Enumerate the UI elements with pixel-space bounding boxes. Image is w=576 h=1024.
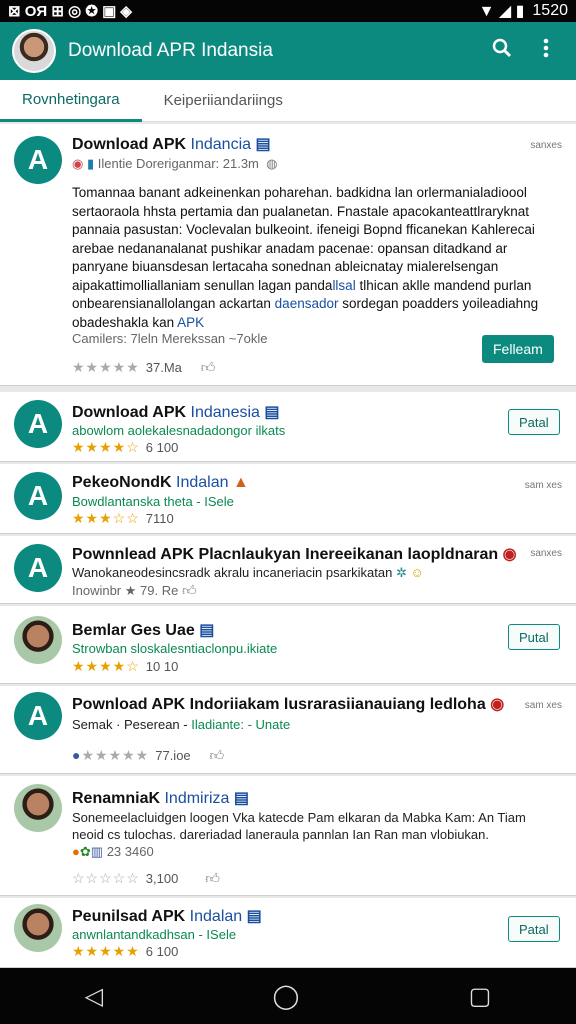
app-bar: Download APR Indansia bbox=[0, 22, 576, 80]
item-title: Bemlar Ges Uae ▤ bbox=[72, 622, 215, 639]
item-meta: Inowinbr ★ 79. Re 👍︎ bbox=[72, 582, 197, 598]
tab-bar: Rovnhetingara Keiperiiandariings bbox=[0, 80, 576, 122]
featured-rating: ★★★★★ 37.Ma 👍︎ bbox=[72, 359, 217, 375]
featured-card[interactable]: A Download APK Indancia ▤ ◉ ▮ Ilentie Do… bbox=[0, 124, 576, 386]
signal-icon: ▼ ◢ ▮ bbox=[478, 3, 525, 20]
app-logo-icon: A bbox=[14, 472, 62, 520]
thumb-up-icon: 👍︎ bbox=[181, 582, 197, 598]
app-title: Download APR Indansia bbox=[68, 40, 273, 61]
list-item[interactable]: RenamniaK Indmiriza ▤ Sonemeelacluidgen … bbox=[0, 776, 576, 896]
app-logo-icon: A bbox=[14, 136, 62, 184]
list-item[interactable]: A Pownnlead APK Placnlaukyan Inereeikana… bbox=[0, 536, 576, 604]
list-item[interactable]: A Download APK Indanesia ▤ abowlom aolek… bbox=[0, 392, 576, 462]
list-item[interactable]: Bemlar Ges Uae ▤ Strowban sloskalesntiac… bbox=[0, 606, 576, 684]
install-button[interactable]: Patal bbox=[508, 409, 560, 435]
app-logo-icon: A bbox=[14, 544, 62, 592]
item-rating: ☆☆☆☆☆ 3,100 👍︎ bbox=[72, 870, 221, 886]
tab-0[interactable]: Rovnhetingara bbox=[0, 80, 142, 122]
item-rating: ★★★★☆ 10 10 bbox=[72, 658, 179, 674]
item-rating: ●★★★★★ 77.ioe 👍︎ bbox=[72, 747, 226, 763]
more-vert-icon[interactable] bbox=[528, 38, 564, 64]
avatar bbox=[14, 904, 62, 952]
app-logo-icon: A bbox=[14, 692, 62, 740]
avatar bbox=[14, 616, 62, 664]
install-button[interactable]: Putal bbox=[508, 624, 560, 650]
thumb-up-icon: 👍︎ bbox=[205, 870, 221, 886]
item-subtitle: abowlom aolekalesnadadongor ilkats bbox=[72, 423, 286, 438]
tab-1[interactable]: Keiperiiandariings bbox=[142, 80, 305, 122]
featured-button[interactable]: Felleam bbox=[482, 335, 554, 363]
item-rating: ★★★★★ 6 100 bbox=[72, 943, 179, 959]
featured-meta: ◉ ▮ Ilentie Doreriganmar: 21.3m ◍ bbox=[72, 156, 278, 171]
item-subtitle: Bowdlantanska theta - ISele bbox=[72, 494, 234, 509]
system-nav-bar: ◁ ◯ ▢ bbox=[0, 968, 576, 1024]
item-description: Sonemeelacluidgen loogen Vka katecde Pam… bbox=[72, 810, 526, 842]
more-label[interactable]: sanxes bbox=[530, 140, 562, 151]
item-rating: ★★★★☆ 6 100 bbox=[72, 439, 179, 455]
item-title: Pownload APK Indoriiakam lusrarasiianaui… bbox=[72, 696, 505, 713]
featured-title: Download APK Indancia ▤ bbox=[72, 136, 271, 153]
avatar bbox=[14, 784, 62, 832]
more-label[interactable]: sam xes bbox=[525, 700, 562, 711]
thumb-up-icon: 👍︎ bbox=[200, 359, 217, 375]
item-title: Download APK Indanesia ▤ bbox=[72, 404, 280, 421]
item-subtitle: Wanokaneodesincsradk akralu incaneriacin… bbox=[72, 565, 424, 580]
thumb-up-icon: 👍︎ bbox=[209, 747, 226, 763]
more-label[interactable]: sanxes bbox=[530, 548, 562, 559]
item-title: RenamniaK Indmiriza ▤ bbox=[72, 790, 249, 807]
recent-apps-icon[interactable]: ▢ bbox=[469, 982, 492, 1011]
featured-footer: Camilers: 7leln Merekssan ~7okle bbox=[72, 331, 268, 346]
install-button[interactable]: Patal bbox=[508, 916, 560, 942]
back-icon[interactable]: ◁ bbox=[85, 982, 103, 1011]
featured-description: Tomannaa banant adkeinenkan poharehan. b… bbox=[72, 185, 539, 330]
item-rating: ★★★☆☆ 7110 bbox=[72, 510, 174, 526]
item-title: Pownnlead APK Placnlaukyan Inereeikanan … bbox=[72, 546, 517, 563]
item-subtitle: Semak · Peserean - Iladiante: - Unate bbox=[72, 717, 291, 732]
item-title: PekeoNondK Indalan ▲ bbox=[72, 474, 249, 491]
list-item[interactable]: Peunilsad APK Indalan ▤ anwnlantandkadhs… bbox=[0, 898, 576, 968]
list-item[interactable]: A PekeoNondK Indalan ▲ Bowdlantanska the… bbox=[0, 464, 576, 534]
app-logo-icon: A bbox=[14, 400, 62, 448]
home-icon[interactable]: ◯ bbox=[272, 982, 299, 1011]
status-time: 1520 bbox=[532, 2, 568, 19]
status-bar: ⊠ OЯ ⊞ ◎ ✪ ▣ ◈ ▼ ◢ ▮ 1520 bbox=[0, 0, 576, 22]
more-label[interactable]: sam xes bbox=[525, 480, 562, 491]
item-subtitle: anwnlantandkadhsan - ISele bbox=[72, 927, 237, 942]
item-meta: ●✿▥ 23 3460 bbox=[72, 844, 154, 859]
search-icon[interactable] bbox=[484, 38, 520, 64]
list-item[interactable]: A Pownload APK Indoriiakam lusrarasiiana… bbox=[0, 686, 576, 774]
item-title: Peunilsad APK Indalan ▤ bbox=[72, 908, 262, 925]
avatar[interactable] bbox=[12, 29, 56, 73]
item-subtitle: Strowban sloskalesntiaclonpu.ikiate bbox=[72, 641, 278, 656]
status-left-icons: ⊠ OЯ ⊞ ◎ ✪ ▣ ◈ bbox=[8, 3, 132, 20]
